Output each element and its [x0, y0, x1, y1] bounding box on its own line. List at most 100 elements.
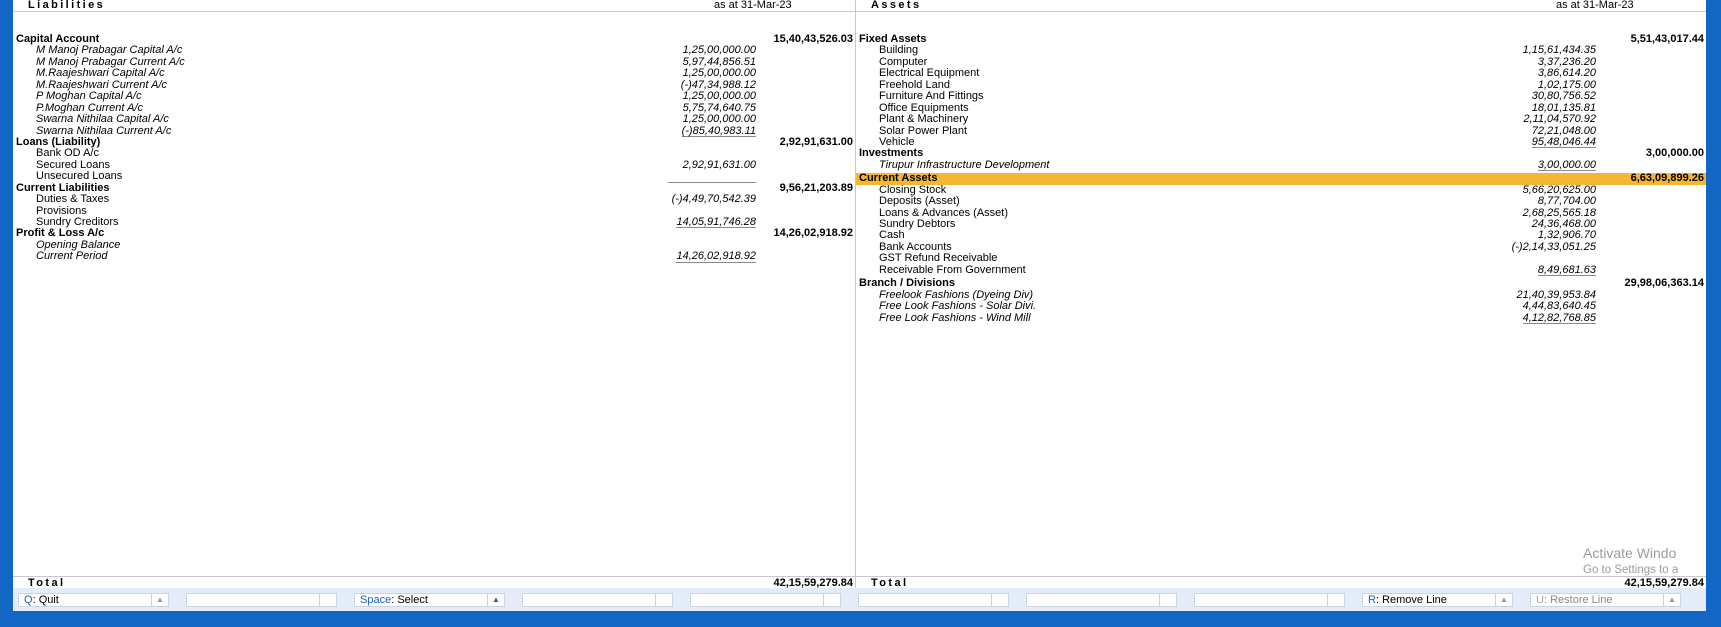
group-name: Current Assets	[859, 172, 938, 185]
empty-button-slot	[858, 593, 1009, 607]
ledger-value: (-)4,49,70,542.39	[671, 193, 756, 206]
watermark-line-1: Activate Windo	[1583, 545, 1677, 561]
group-total: 3,00,000.00	[1645, 147, 1704, 160]
ledger-value: 95,48,046.44	[1531, 135, 1596, 149]
ledger-row[interactable]: Plant & Machinery 2,11,04,570.92	[856, 113, 1706, 126]
activation-watermark: Activate Windo Go to Settings to a	[1583, 545, 1678, 579]
liabilities-title: Liabilities	[28, 0, 106, 11]
ledger-row[interactable]: Vehicle 95,48,046.44	[856, 135, 1706, 149]
ledger-row[interactable]: P Moghan Capital A/c 1,25,00,000.00	[13, 90, 855, 103]
select-label: Select	[397, 594, 428, 606]
ledger-value: 8,49,681.63	[1537, 263, 1596, 277]
liabilities-panel: Liabilities as at 31-Mar-23 Capital Acco…	[13, 0, 855, 589]
ledger-row[interactable]: Deposits (Asset) 8,77,704.00	[856, 195, 1706, 208]
ledger-value: 14,26,02,918.92	[676, 250, 756, 263]
liabilities-body: Capital Account 15,40,43,526.03 M Manoj …	[13, 33, 855, 263]
ledger-row[interactable]: Free Look Fashions - Solar Divi. 4,44,83,…	[856, 300, 1706, 313]
group-row-profit-loss[interactable]: Profit & Loss A/c 14,26,02,918.92	[13, 227, 855, 240]
ledger-name: Tirupur Infrastructure Development	[879, 158, 1050, 171]
quit-button[interactable]: Q: Quit ▲	[18, 593, 169, 607]
ledger-row[interactable]: Receivable From Government 8,49,681.63	[856, 263, 1706, 277]
quit-label: Quit	[38, 594, 59, 606]
ledger-row[interactable]: Current Period 14,26,02,918.92	[13, 250, 855, 263]
ledger-name: Free Look Fashions - Wind Mill	[879, 311, 1031, 324]
group-total: 6,63,09,899.26	[1630, 172, 1704, 185]
assets-header: Assets as at 31-Mar-23	[856, 0, 1706, 12]
ledger-value: (-)2,14,33,051.25	[1511, 240, 1596, 253]
ledger-row[interactable]: Swarna Nithilaa Capital A/c 1,25,00,000.0…	[13, 113, 855, 126]
quit-hotkey: Q	[24, 594, 33, 606]
chevron-up-icon	[655, 594, 672, 606]
ledger-row[interactable]: Tirupur Infrastructure Development 3,00,0…	[856, 158, 1706, 172]
remove-label: Remove Line	[1382, 594, 1447, 606]
button-bar: Q: Quit ▲ Space: Select ▲ R: Remove Line…	[13, 588, 1706, 611]
ledger-value: 4,44,83,640.45	[1522, 300, 1596, 313]
assets-as-at: as at 31-Mar-23	[1556, 0, 1634, 11]
group-row-branch-divisions[interactable]: Branch / Divisions 29,98,06,363.14	[856, 277, 1706, 290]
restore-hotkey: U	[1536, 594, 1544, 606]
ledger-name: Receivable From Government	[879, 263, 1026, 276]
empty-button-slot	[1026, 593, 1177, 607]
ledger-value	[668, 171, 756, 183]
chevron-up-icon: ▲	[151, 594, 168, 606]
ledger-value: 2,11,04,570.92	[1523, 113, 1596, 126]
ledger-value: 8,77,704.00	[1537, 195, 1596, 208]
assets-panel: Assets as at 31-Mar-23 Fixed Assets 5,51…	[856, 0, 1706, 589]
ledger-name: Deposits (Asset)	[879, 195, 960, 208]
remove-hotkey: R	[1368, 594, 1376, 606]
chevron-up-icon	[319, 594, 336, 606]
chevron-up-icon: ▲	[1495, 594, 1512, 606]
select-button[interactable]: Space: Select ▲	[354, 593, 505, 607]
empty-button-slot	[690, 593, 841, 607]
group-row-current-assets-selected[interactable]: Current Assets 6,63,09,899.26	[856, 172, 1706, 185]
ledger-row[interactable]: Secured Loans 2,92,91,631.00	[13, 158, 855, 171]
ledger-value: 2,92,91,631.00	[682, 158, 756, 171]
restore-line-button[interactable]: U: Restore Line ▲	[1530, 593, 1681, 607]
ledger-row[interactable]: Sundry Creditors 14,05,91,746.28	[13, 216, 855, 229]
ledger-value: 1,25,00,000.00	[682, 90, 756, 103]
balance-sheet-window: Liabilities as at 31-Mar-23 Capital Acco…	[13, 0, 1706, 611]
group-row-loans-liability[interactable]: Loans (Liability) 2,92,91,631.00	[13, 135, 855, 148]
chevron-up-icon	[1327, 594, 1344, 606]
group-total: 5,51,43,017.44	[1630, 33, 1704, 45]
ledger-row[interactable]: Furniture And Fittings 30,80,756.52	[856, 90, 1706, 103]
chevron-up-icon	[1159, 594, 1176, 606]
select-hotkey: Space	[360, 594, 392, 606]
ledger-name: Unsecured Loans	[36, 170, 123, 183]
remove-line-button[interactable]: R: Remove Line ▲	[1362, 593, 1513, 607]
empty-button-slot	[1194, 593, 1345, 607]
liabilities-as-at: as at 31-Mar-23	[714, 0, 792, 11]
chevron-up-icon: ▲	[1663, 594, 1680, 606]
chevron-up-icon: ▲	[487, 594, 504, 606]
ledger-row[interactable]: Free Look Fashions - Wind Mill 4,12,82,76…	[856, 311, 1706, 324]
ledger-row[interactable]: Unsecured Loans	[13, 170, 855, 183]
ledger-name: Duties & Taxes	[36, 193, 110, 206]
ledger-name: Plant & Machinery	[879, 113, 969, 126]
chevron-up-icon	[823, 594, 840, 606]
ledger-name: P Moghan Capital A/c	[36, 90, 142, 103]
group-total: 15,40,43,526.03	[773, 33, 853, 45]
group-total: 9,56,21,203.89	[779, 181, 853, 194]
ledger-row[interactable]: Duties & Taxes (-)4,49,70,542.39	[13, 193, 855, 206]
watermark-line-2: Go to Settings to a	[1583, 564, 1679, 576]
assets-title: Assets	[871, 0, 922, 11]
empty-button-slot	[186, 593, 337, 607]
empty-button-slot	[522, 593, 673, 607]
ledger-value: 14,05,91,746.28	[676, 216, 756, 229]
ledger-value: 3,00,000.00	[1537, 158, 1596, 172]
group-total: 29,98,06,363.14	[1624, 277, 1704, 290]
group-total: 2,92,91,631.00	[779, 135, 853, 148]
liabilities-header: Liabilities as at 31-Mar-23	[13, 0, 855, 12]
ledger-value: 4,12,82,768.85	[1522, 311, 1596, 324]
assets-body: Fixed Assets 5,51,43,017.44 Building 1,15…	[856, 33, 1706, 324]
group-total: 14,26,02,918.92	[773, 227, 853, 240]
group-name: Branch / Divisions	[859, 277, 955, 290]
ledger-name: Swarna Nithilaa Capital A/c	[36, 113, 169, 126]
ledger-value: (-)85,40,983.11	[681, 124, 756, 137]
ledger-value: 30,80,756.52	[1531, 90, 1596, 103]
chevron-up-icon	[991, 594, 1008, 606]
ledger-name: Furniture And Fittings	[879, 90, 984, 103]
ledger-value: 1,25,00,000.00	[682, 113, 756, 126]
ledger-row[interactable]: Swarna Nithilaa Current A/c (-)85,40,983.…	[13, 124, 855, 137]
ledger-name: Current Period	[36, 250, 108, 263]
